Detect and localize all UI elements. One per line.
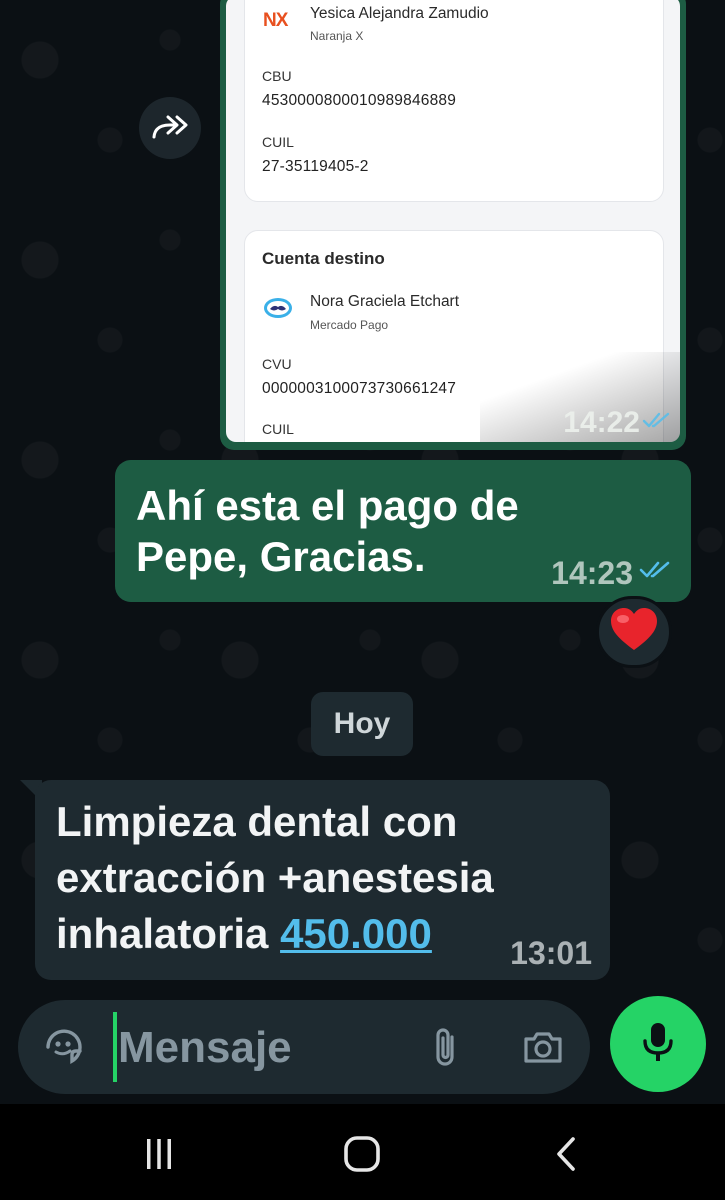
microphone-icon <box>638 1020 678 1069</box>
destination-cuil-label: CUIL <box>262 421 294 437</box>
incoming-message-time: 13:01 <box>510 935 592 971</box>
microphone-button[interactable] <box>610 996 706 1092</box>
date-separator: Hoy <box>311 692 413 756</box>
transfer-receipt-image: NX Yesica Alejandra Zamudio Naranja X CB… <box>226 0 680 442</box>
cbu-value: 4530000800010989846889 <box>262 92 457 109</box>
incoming-message-text: Limpieza dental con extracción +anestesi… <box>56 794 556 962</box>
destination-card-title: Cuenta destino <box>262 249 385 268</box>
mercado-pago-logo <box>263 297 293 321</box>
paperclip-icon[interactable] <box>428 1025 464 1074</box>
destination-bank-name: Mercado Pago <box>310 318 389 332</box>
cvu-value: 0000003100073730661247 <box>262 380 457 397</box>
message-input[interactable] <box>116 1016 420 1080</box>
camera-icon[interactable] <box>521 1025 565 1074</box>
forward-button[interactable] <box>139 97 201 159</box>
origin-account-name: Yesica Alejandra Zamudio <box>310 5 489 22</box>
origin-cuil-label: CUIL <box>262 134 294 150</box>
outgoing-message-time: 14:23 <box>551 555 633 591</box>
origin-cuil-value: 27-35119405-2 <box>262 158 369 175</box>
heart-icon <box>609 607 659 658</box>
sticker-icon[interactable] <box>42 1025 86 1074</box>
price-link[interactable]: 450.000 <box>280 910 432 957</box>
destination-account-name: Nora Graciela Etchart <box>310 293 460 310</box>
image-message[interactable]: NX Yesica Alejandra Zamudio Naranja X CB… <box>220 0 686 450</box>
origin-bank-name: Naranja X <box>310 29 364 43</box>
incoming-message-bubble[interactable]: Limpieza dental con extracción +anestesi… <box>35 780 610 980</box>
outgoing-message-bubble[interactable]: Ahí esta el pago de Pepe, Gracias. 14:23 <box>115 460 691 602</box>
naranja-x-logo: NX <box>263 10 288 31</box>
message-composer <box>18 1000 590 1094</box>
heart-reaction[interactable] <box>596 596 672 668</box>
origin-account-card: NX Yesica Alejandra Zamudio Naranja X CB… <box>244 0 664 202</box>
double-check-read-icon <box>642 411 672 434</box>
double-check-read-icon <box>639 559 673 584</box>
forward-arrows-icon <box>150 113 190 144</box>
back-icon[interactable] <box>544 1132 588 1176</box>
chat-background: NX Yesica Alejandra Zamudio Naranja X CB… <box>0 0 725 1104</box>
recents-icon[interactable] <box>137 1132 181 1176</box>
cbu-label: CBU <box>262 68 292 84</box>
outgoing-message-text: Ahí esta el pago de Pepe, Gracias. <box>136 482 519 580</box>
image-message-time: 14:22 <box>563 406 640 439</box>
navigation-bar <box>0 1104 725 1200</box>
home-icon[interactable] <box>340 1132 384 1176</box>
cvu-label: CVU <box>262 356 292 372</box>
